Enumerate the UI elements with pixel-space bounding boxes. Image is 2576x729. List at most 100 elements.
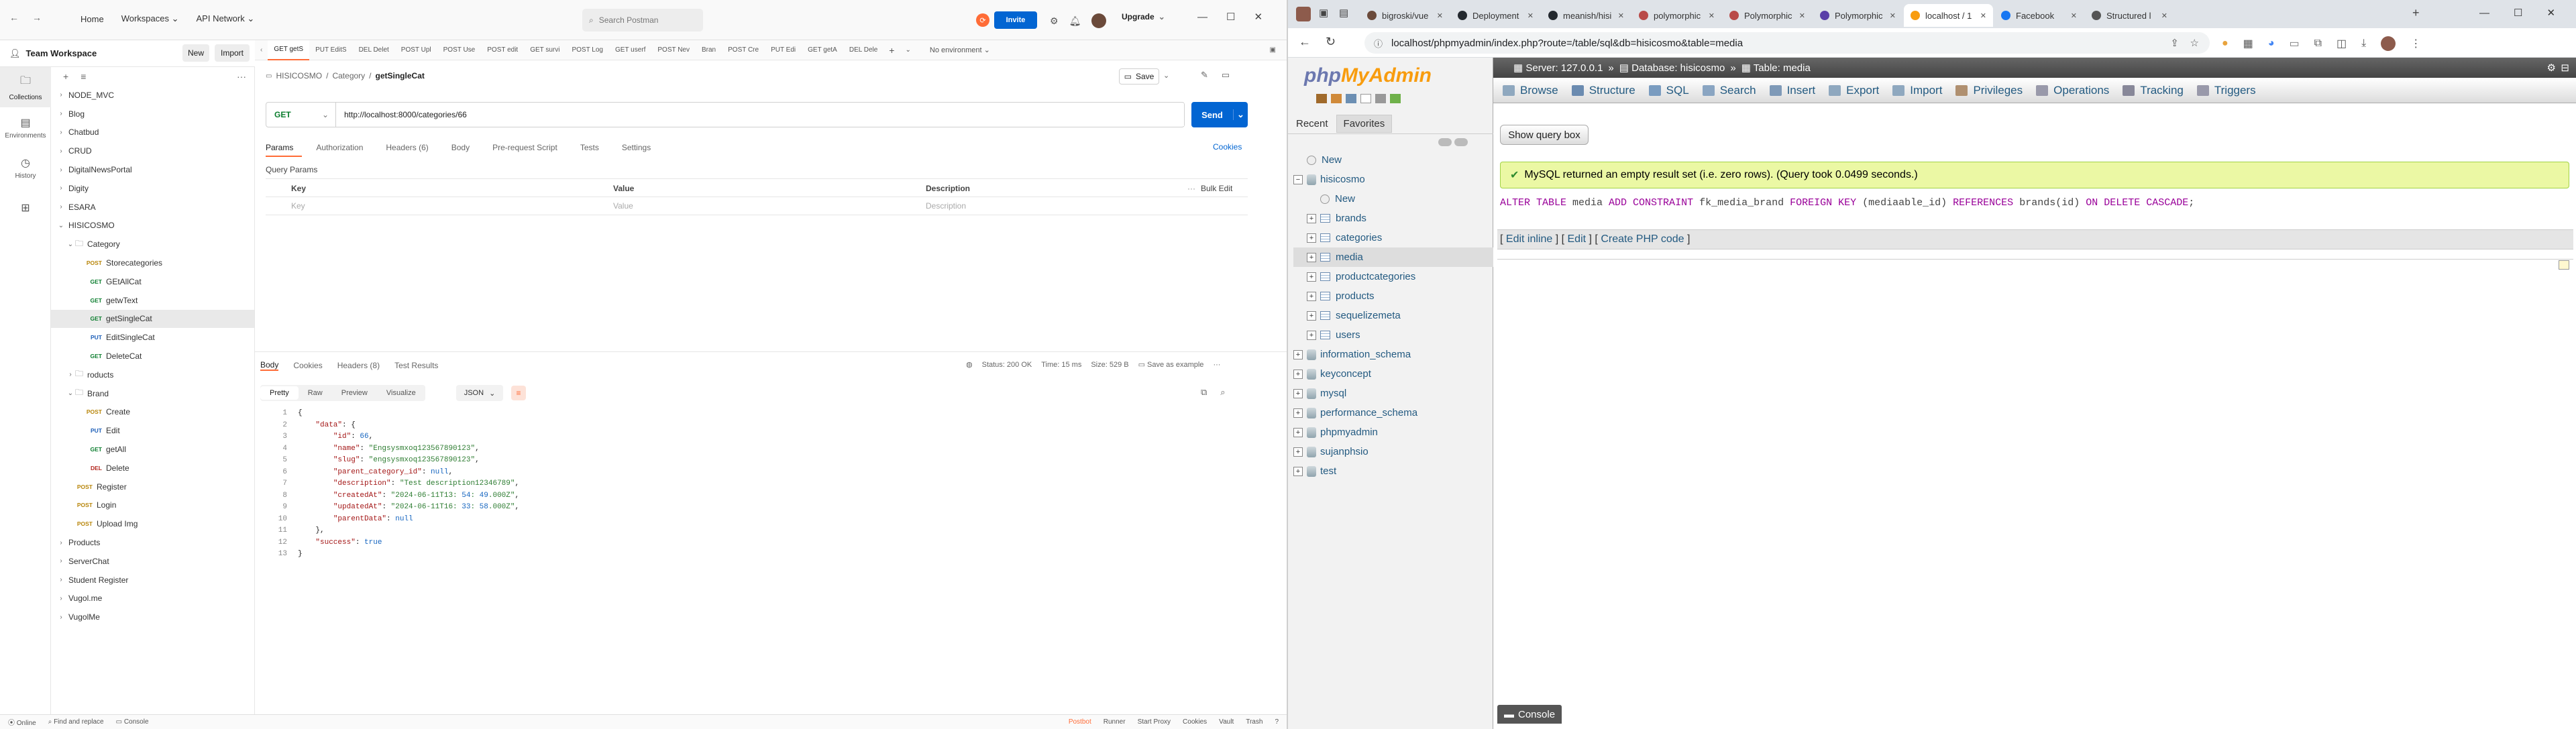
extensions-puzzle-icon[interactable]: ⧉ xyxy=(2314,38,2322,50)
online-status[interactable]: ⦿ Online xyxy=(8,717,36,727)
pma-logo[interactable]: phpMyAdmin xyxy=(1304,64,1432,87)
extension-icon[interactable]: ◕ xyxy=(2268,38,2275,50)
chrome-tab-polymorphic[interactable]: polymorphic ✕ xyxy=(1632,4,1721,27)
tree-item-serverchat[interactable]: › ServerChat xyxy=(51,552,254,571)
expand-icon[interactable]: + xyxy=(1307,291,1316,301)
new-tab-icon[interactable]: + xyxy=(883,45,900,56)
pma-tree-productcategories[interactable]: + productcategories xyxy=(1293,267,1493,286)
pma-menu-import[interactable]: Import xyxy=(1892,84,1942,97)
edit-link[interactable]: Edit xyxy=(1568,233,1587,245)
close-tab-icon[interactable]: ✕ xyxy=(2161,11,2167,20)
response-tab-body[interactable]: Body xyxy=(260,360,279,371)
expand-icon[interactable]: + xyxy=(1293,466,1303,476)
close-icon[interactable]: ✕ xyxy=(1254,11,1263,23)
view-tab-raw[interactable]: Raw xyxy=(299,386,332,400)
close-tab-icon[interactable]: ✕ xyxy=(2071,11,2077,20)
tree-item-digity[interactable]: › Digity xyxy=(51,179,254,198)
tree-item-create[interactable]: POST Create xyxy=(51,403,254,422)
tree-item-products[interactable]: › Products xyxy=(51,533,254,552)
edit-inline-link[interactable]: Edit inline xyxy=(1506,233,1552,245)
filter-icon[interactable]: ≡ xyxy=(80,71,86,82)
response-tab-headers-8[interactable]: Headers (8) xyxy=(337,361,380,370)
rail-environments[interactable]: ▤ Environments xyxy=(0,107,51,148)
forward-icon[interactable]: → xyxy=(32,12,42,23)
tree-item-category[interactable]: ⌄ 🗀 Category xyxy=(51,235,254,254)
back-icon[interactable]: ← xyxy=(1299,35,1311,49)
request-tab[interactable]: GET getA xyxy=(802,40,843,60)
tree-item-chatbud[interactable]: › Chatbud xyxy=(51,123,254,142)
vault[interactable]: Vault xyxy=(1219,718,1234,726)
settings-icon[interactable] xyxy=(1375,94,1386,103)
nav-api-network[interactable]: API Network ⌄ xyxy=(197,13,255,24)
pma-tree-new[interactable]: New xyxy=(1293,150,1493,170)
close-tab-icon[interactable]: ✕ xyxy=(1618,11,1624,20)
request-tab[interactable]: POST edit xyxy=(481,40,524,60)
request-tab[interactable]: PUT Edi xyxy=(765,40,802,60)
close-icon[interactable]: ✕ xyxy=(2546,7,2555,19)
back-icon[interactable]: ← xyxy=(9,12,19,23)
tree-item-edit[interactable]: PUT Edit xyxy=(51,421,254,440)
pma-menu-structure[interactable]: Structure xyxy=(1571,84,1635,97)
database-link[interactable]: ▤ Database: hisicosmo xyxy=(1619,62,1725,74)
param-value-input[interactable]: Value xyxy=(613,201,633,211)
tree-item-student-register[interactable]: › Student Register xyxy=(51,571,254,590)
help-icon[interactable]: ? xyxy=(1275,718,1279,726)
pma-tree-new[interactable]: New xyxy=(1293,189,1493,209)
maximize-icon[interactable]: ☐ xyxy=(2514,7,2522,19)
close-tab-icon[interactable]: ✕ xyxy=(1799,11,1805,20)
link-icon[interactable] xyxy=(1454,138,1468,146)
view-tab-visualize[interactable]: Visualize xyxy=(377,386,425,400)
search-icon[interactable]: ⌕ xyxy=(1220,387,1225,398)
tree-item-upload-img[interactable]: POST Upload Img xyxy=(51,514,254,533)
import-button[interactable]: Import xyxy=(215,44,250,62)
method-select[interactable]: GET ⌄ xyxy=(266,103,336,127)
request-tab[interactable]: POST Upl xyxy=(395,40,437,60)
send-button[interactable]: Send ⌄ xyxy=(1191,102,1248,127)
rail-history[interactable]: ◷ History xyxy=(0,148,51,188)
param-description-input[interactable]: Description xyxy=(926,201,966,211)
expand-icon[interactable]: + xyxy=(1307,311,1316,321)
recent-tab[interactable]: Recent xyxy=(1288,115,1336,132)
sidebar-icon[interactable]: ◫ xyxy=(2337,37,2347,50)
view-tab-pretty[interactable]: Pretty xyxy=(260,386,299,400)
start-proxy[interactable]: Start Proxy xyxy=(1138,718,1171,726)
tree-item-register[interactable]: POST Register xyxy=(51,478,254,496)
minimize-icon[interactable]: — xyxy=(1197,11,1208,23)
request-tab[interactable]: Bran xyxy=(696,40,722,60)
request-tab[interactable]: DEL Dele xyxy=(843,40,883,60)
expand-icon[interactable]: + xyxy=(1293,408,1303,418)
pma-tree-users[interactable]: + users xyxy=(1293,325,1493,345)
pma-menu-tracking[interactable]: Tracking xyxy=(2123,84,2184,97)
tab-groups-icon[interactable]: ▣ xyxy=(1319,7,1328,19)
close-tab-icon[interactable]: ✕ xyxy=(1709,11,1715,20)
expand-icon[interactable]: + xyxy=(1307,252,1316,262)
search-input[interactable]: ⌕ Search Postman xyxy=(582,9,703,32)
settings-icon[interactable]: ⚙ xyxy=(2547,62,2556,74)
tab-search-icon[interactable]: ▤ xyxy=(1339,7,1348,19)
tree-item-delete[interactable]: DEL Delete xyxy=(51,459,254,478)
copy-icon[interactable]: ⧉ xyxy=(1201,387,1207,398)
tabs-left-icon[interactable]: ‹ xyxy=(255,46,268,54)
profile-avatar[interactable] xyxy=(1296,7,1311,21)
pma-tree-hisicosmo[interactable]: − hisicosmo xyxy=(1293,170,1493,189)
close-tab-icon[interactable]: ✕ xyxy=(1980,11,1986,20)
edit-icon[interactable]: ✎ xyxy=(1201,70,1208,80)
pma-tree-sequelizemeta[interactable]: + sequelizemeta xyxy=(1293,306,1493,325)
trash[interactable]: Trash xyxy=(1246,718,1263,726)
wrap-icon[interactable]: ≡ xyxy=(511,386,526,400)
tree-item-getwtext[interactable]: GET getwText xyxy=(51,291,254,310)
tree-item-blog[interactable]: › Blog xyxy=(51,105,254,123)
pma-tree-media[interactable]: + media xyxy=(1293,247,1493,267)
request-tab[interactable]: DEL Delet xyxy=(353,40,395,60)
comment-icon[interactable]: ▭ xyxy=(1222,70,1230,80)
chrome-tab-deployment[interactable]: Deployment ✕ xyxy=(1451,4,1540,27)
settings-icon[interactable]: ⚙ xyxy=(1050,15,1059,27)
environment-select[interactable]: No environment ⌄ xyxy=(930,46,1030,54)
request-tab[interactable]: POST Log xyxy=(566,40,609,60)
add-icon[interactable]: + xyxy=(63,71,68,82)
close-tab-icon[interactable]: ✕ xyxy=(1527,11,1534,20)
breadcrumb-collection[interactable]: HISICOSMO xyxy=(276,71,322,80)
tree-item-digitalnewsportal[interactable]: › DigitalNewsPortal xyxy=(51,160,254,179)
create-php-link[interactable]: Create PHP code xyxy=(1601,233,1684,245)
rail-collections[interactable]: 🗀 Collections xyxy=(0,67,51,107)
